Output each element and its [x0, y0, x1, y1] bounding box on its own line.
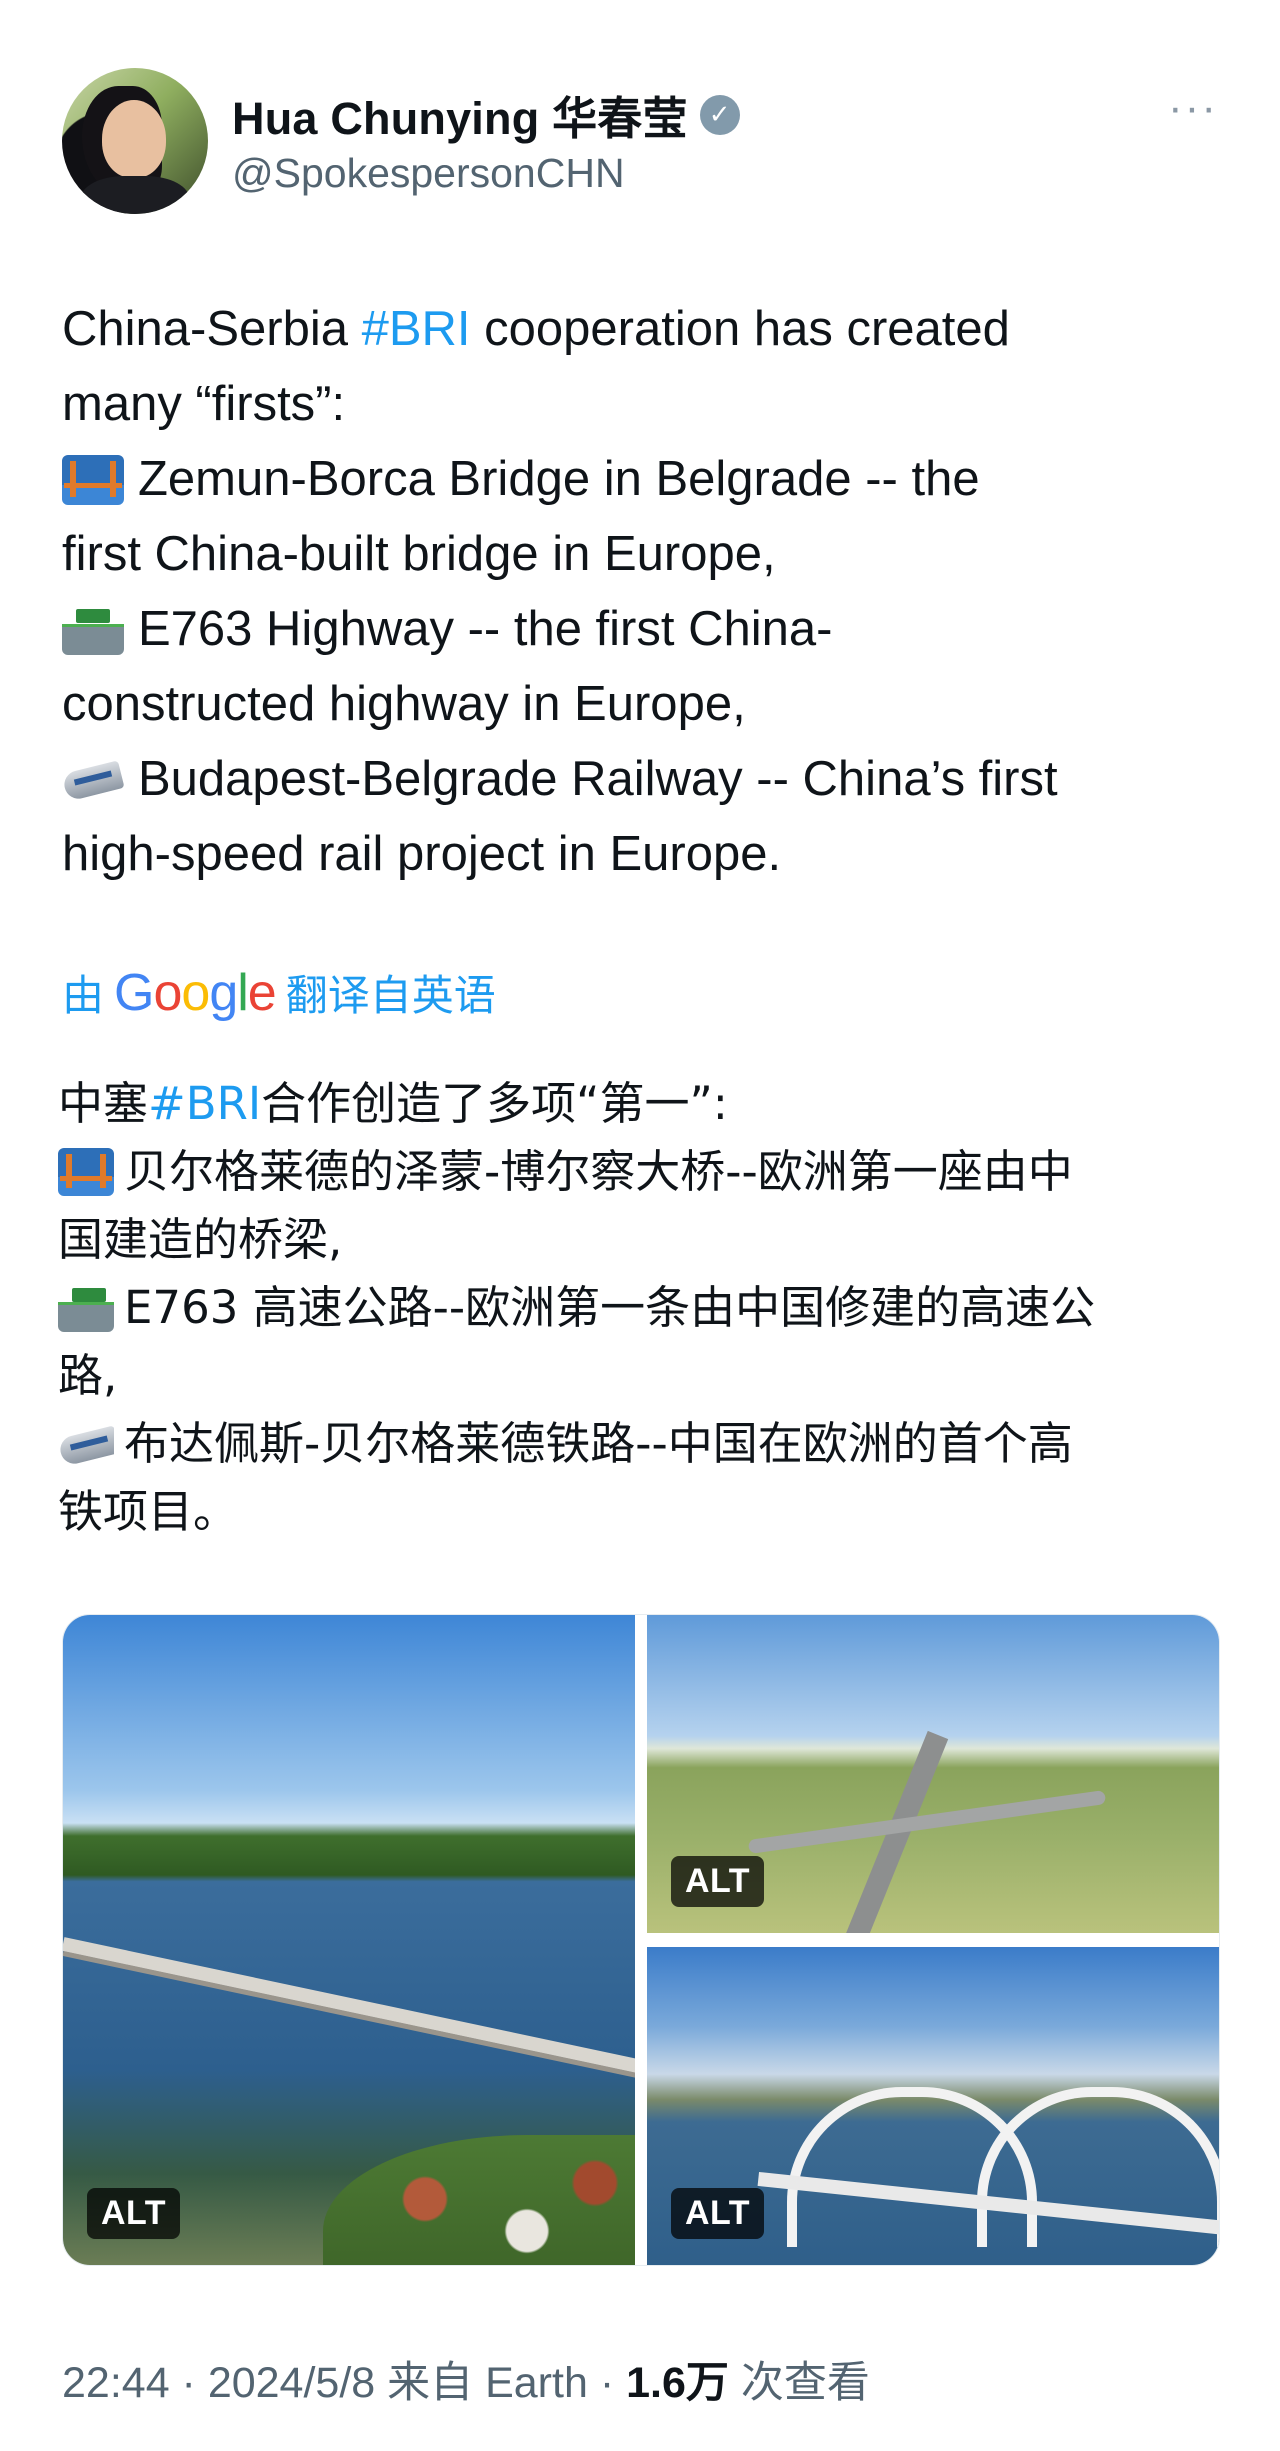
author-name[interactable]: Hua Chunying 华春莹	[232, 82, 688, 147]
view-count: 1.6万	[626, 2359, 729, 2407]
highway-emoji-icon	[62, 604, 124, 655]
translation-attribution[interactable]: 由 Google 翻译自英语	[62, 962, 496, 1023]
tweet-text-segment: China-Serbia	[62, 302, 362, 356]
tweet-line: E763 Highway -- the first China-	[62, 592, 1222, 667]
tweet-timestamp[interactable]: 22:44 · 2024/5/8 来自 Earth ·	[62, 2359, 626, 2407]
tweet-line: many “firsts”:	[62, 367, 1222, 442]
translated-line: 路,	[58, 1342, 1228, 1410]
google-logo: Google	[114, 963, 277, 1022]
tweet-text-segment: Budapest-Belgrade Railway -- China’s fir…	[138, 752, 1058, 806]
media-grid: ALT ALT ALT	[62, 1614, 1220, 2266]
alt-badge[interactable]: ALT	[87, 2188, 181, 2239]
author-name-row[interactable]: Hua Chunying 华春莹 ✓	[232, 82, 740, 147]
avatar[interactable]	[62, 68, 208, 214]
tweet-meta: 22:44 · 2024/5/8 来自 Earth · 1.6万 次查看	[62, 2348, 870, 2410]
tweet-line: constructed highway in Europe,	[62, 667, 1222, 742]
translated-text-segment: 国建造的桥梁,	[58, 1213, 343, 1266]
translated-line: 中塞 #BRI 合作创造了多项“第一”:	[58, 1070, 1228, 1138]
tweet-line: high-speed rail project in Europe.	[62, 817, 1222, 892]
translation-suffix: 翻译自英语	[285, 972, 496, 1019]
translated-text-segment: 布达佩斯-贝尔格莱德铁路--中国在欧洲的首个高	[124, 1417, 1073, 1470]
tweet-text-segment: high-speed rail project in Europe.	[62, 827, 782, 881]
train-emoji-icon	[58, 1420, 114, 1468]
translated-text: 中塞 #BRI 合作创造了多项“第一”: 贝尔格莱德的泽蒙-博尔察大桥--欧洲第一座…	[58, 1070, 1228, 1546]
translated-text-segment: 合作创造了多项“第一”:	[261, 1077, 728, 1130]
translated-text-segment: 中塞	[58, 1077, 149, 1130]
tweet-text-segment: constructed highway in Europe,	[62, 677, 746, 731]
translated-line: 铁项目。	[58, 1478, 1228, 1546]
translated-line: 贝尔格莱德的泽蒙-博尔察大桥--欧洲第一座由中	[58, 1138, 1228, 1206]
translated-line: 布达佩斯-贝尔格莱德铁路--中国在欧洲的首个高	[58, 1410, 1228, 1478]
translated-text-segment: 路,	[58, 1349, 118, 1402]
alt-badge[interactable]: ALT	[671, 1856, 765, 1907]
tweet-text-segment: E763 Highway -- the first China-	[138, 602, 833, 656]
translation-prefix: 由	[62, 972, 105, 1019]
tweet-text: China-Serbia #BRI cooperation has create…	[62, 292, 1222, 892]
verified-badge-icon: ✓	[699, 94, 740, 135]
translated-text-segment: 铁项目。	[58, 1485, 239, 1538]
hashtag-link[interactable]: #BRI	[148, 1070, 261, 1138]
photo-bridge-danube[interactable]: ALT	[63, 1615, 635, 2265]
tweet-line: first China-built bridge in Europe,	[62, 517, 1222, 592]
tweet-text-segment: many “firsts”:	[62, 377, 346, 431]
train-emoji-icon	[62, 755, 124, 805]
view-count-label: 次查看	[728, 2359, 870, 2407]
more-icon[interactable]: ···	[1168, 86, 1218, 130]
tweet-line: China-Serbia #BRI cooperation has create…	[62, 292, 1222, 367]
translated-text-segment: 贝尔格莱德的泽蒙-博尔察大桥--欧洲第一座由中	[124, 1145, 1073, 1198]
tweet-text-segment: Zemun-Borca Bridge in Belgrade -- the	[138, 452, 980, 506]
tweet-line: Zemun-Borca Bridge in Belgrade -- the	[62, 442, 1222, 517]
translated-line: 国建造的桥梁,	[58, 1206, 1228, 1274]
tweet-header: Hua Chunying 华春莹 ✓ @SpokespersonCHN ···	[62, 68, 1218, 216]
translated-line: E763 高速公路--欧洲第一条由中国修建的高速公	[58, 1274, 1228, 1342]
tweet-text-segment: first China-built bridge in Europe,	[62, 527, 776, 581]
hashtag-link[interactable]: #BRI	[362, 292, 471, 367]
photo-railway-bridge[interactable]: ALT	[647, 1947, 1219, 2265]
tweet-line: Budapest-Belgrade Railway -- China’s fir…	[62, 742, 1222, 817]
author-handle[interactable]: @SpokespersonCHN	[232, 150, 625, 197]
highway-emoji-icon	[58, 1284, 114, 1332]
alt-badge[interactable]: ALT	[671, 2188, 765, 2239]
photo-highway-interchange[interactable]: ALT	[647, 1615, 1219, 1933]
translated-text-segment: E763 高速公路--欧洲第一条由中国修建的高速公	[124, 1281, 1096, 1334]
bridge-emoji-icon	[62, 454, 124, 505]
tweet-text-segment: cooperation has created	[470, 302, 1010, 356]
bridge-emoji-icon	[58, 1148, 114, 1196]
